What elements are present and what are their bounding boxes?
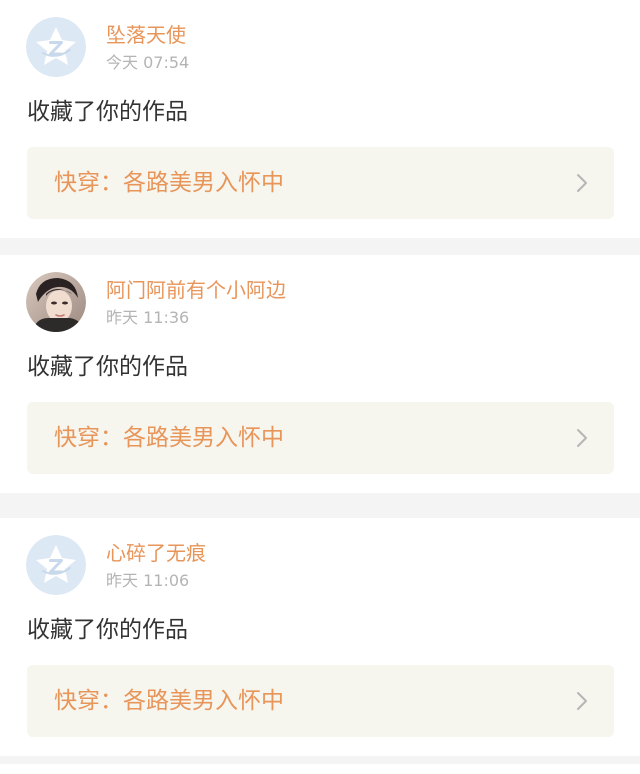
timestamp: 今天 07:54 [106, 53, 190, 72]
notification-message: 收藏了你的作品 [27, 354, 188, 380]
default-qzone-star-icon [26, 535, 86, 595]
username[interactable]: 阿门阿前有个小阿边 [106, 276, 286, 304]
notification-card: 阿门阿前有个小阿边 昨天 11:36 收藏了你的作品 快穿：各路美男入怀中 [0, 255, 640, 493]
work-link[interactable]: 快穿：各路美男入怀中 [27, 147, 614, 219]
notification-message: 收藏了你的作品 [27, 99, 188, 125]
notification-message: 收藏了你的作品 [27, 617, 188, 643]
chevron-right-icon [577, 429, 587, 447]
default-qzone-star-icon [26, 17, 86, 77]
work-title: 快穿：各路美男入怀中 [54, 688, 284, 714]
timestamp: 昨天 11:36 [106, 308, 190, 327]
user-photo [26, 272, 86, 332]
work-title: 快穿：各路美男入怀中 [54, 170, 284, 196]
chevron-right-icon [577, 174, 587, 192]
work-title: 快穿：各路美男入怀中 [54, 425, 284, 451]
username[interactable]: 心碎了无痕 [106, 539, 206, 567]
notification-card: 心碎了无痕 昨天 11:06 收藏了你的作品 快穿：各路美男入怀中 [0, 518, 640, 756]
notification-card: 坠落天使 今天 07:54 收藏了你的作品 快穿：各路美男入怀中 [0, 0, 640, 238]
chevron-right-icon [577, 692, 587, 710]
username[interactable]: 坠落天使 [106, 21, 186, 49]
work-link[interactable]: 快穿：各路美男入怀中 [27, 402, 614, 474]
avatar[interactable] [26, 272, 86, 332]
avatar[interactable] [26, 17, 86, 77]
work-link[interactable]: 快穿：各路美男入怀中 [27, 665, 614, 737]
notification-feed: 坠落天使 今天 07:54 收藏了你的作品 快穿：各路美男入怀中 阿门阿前有个小… [0, 0, 640, 774]
notification-card-partial [0, 764, 640, 774]
avatar[interactable] [26, 535, 86, 595]
timestamp: 昨天 11:06 [106, 571, 190, 590]
